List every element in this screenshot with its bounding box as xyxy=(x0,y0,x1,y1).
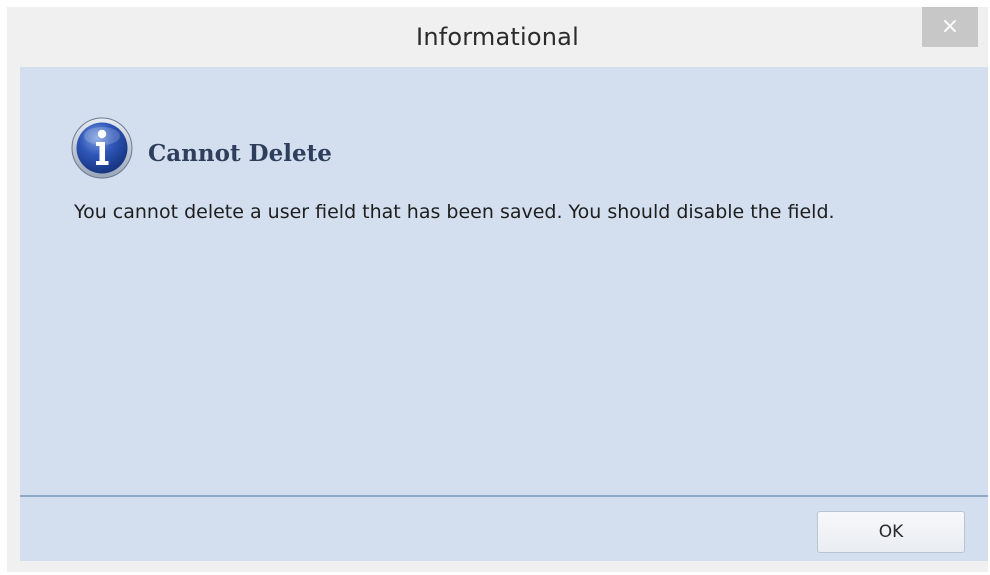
close-button[interactable]: × xyxy=(922,7,978,47)
dialog-window: Informational × Cannot Delete You cannot… xyxy=(7,7,988,572)
info-icon xyxy=(71,117,133,179)
ok-button[interactable]: OK xyxy=(817,511,965,553)
dialog-footer: OK xyxy=(20,497,988,561)
close-icon: × xyxy=(940,14,960,39)
title-bar: Informational × xyxy=(7,7,988,67)
dialog-content: Cannot Delete You cannot delete a user f… xyxy=(20,67,988,495)
window-title: Informational xyxy=(416,23,579,51)
dialog-heading: Cannot Delete xyxy=(148,140,332,167)
dialog-body: Cannot Delete You cannot delete a user f… xyxy=(20,67,988,561)
dialog-message: You cannot delete a user field that has … xyxy=(74,201,835,223)
